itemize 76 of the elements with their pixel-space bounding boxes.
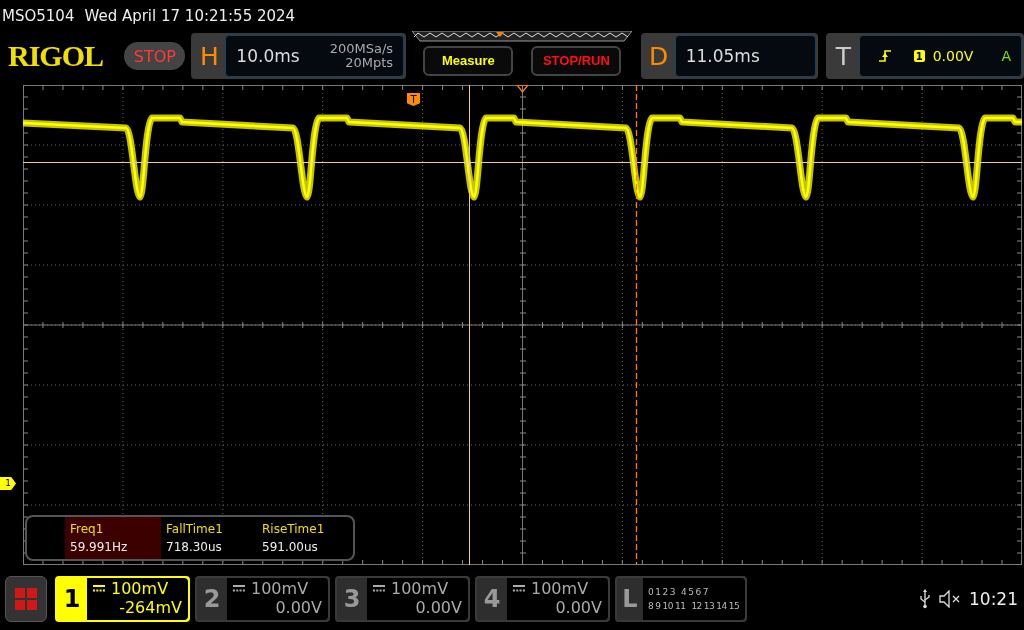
brand-logo: RIGOL	[8, 39, 105, 74]
channel-scale: 100mV	[111, 579, 169, 599]
timebase-panel[interactable]: 10.0ms 200MSa/s 20Mpts	[225, 35, 405, 78]
channel-panel[interactable]: 2 100mV 0.00V	[195, 576, 330, 623]
bit-label: 3	[669, 587, 675, 598]
rising-edge-icon	[877, 49, 892, 64]
trigger-panel[interactable]: 1 0.00V A	[858, 35, 1022, 78]
bit-label: 5	[688, 587, 694, 598]
channel-offset: -264mV	[119, 598, 182, 618]
channel-marker: 1	[0, 476, 16, 490]
bit-label: 12	[691, 601, 702, 612]
channel-offset: 0.00V	[415, 598, 462, 618]
timebase-value: 10.0ms	[236, 46, 300, 67]
measure-button[interactable]: Measure	[423, 45, 514, 76]
channel-panel[interactable]: 4 100mV 0.00V	[475, 576, 610, 623]
bit-label: 15	[728, 601, 740, 612]
bit-label: 0	[648, 587, 654, 598]
cursor-line[interactable]	[23, 161, 1022, 163]
bit-label: 11	[674, 601, 686, 612]
sample-rate: 200MSa/s	[329, 42, 394, 57]
channel-panel[interactable]: 1 100mV -264mV	[55, 576, 190, 623]
measurement-value: 591.00us	[262, 539, 319, 554]
dc-coupling-icon	[233, 585, 245, 593]
dc-coupling-icon	[373, 585, 385, 593]
bit-label: 9	[655, 601, 661, 612]
measurement-name: Freq1	[70, 521, 105, 536]
measurement-value: 59.991Hz	[70, 539, 129, 554]
clock-time: 10:21	[969, 589, 1018, 610]
date-time: Wed April 17 10:21:55 2024	[84, 6, 296, 25]
run-state-badge: STOP	[124, 42, 186, 71]
trigger-label: T	[834, 40, 852, 73]
measurement-name: RiseTime1	[262, 521, 326, 536]
grid-icon	[15, 588, 37, 611]
usb-icon	[919, 589, 931, 610]
channel-number: 1	[62, 584, 82, 616]
bit-label: 10	[662, 601, 673, 612]
model-name: MSO5104	[2, 6, 75, 25]
delay-label: D	[648, 40, 670, 73]
bit-label: 8	[648, 601, 654, 612]
logic-label: L	[621, 584, 639, 616]
channel-offset: 0.00V	[275, 598, 322, 618]
trigger-mode: A	[1001, 48, 1011, 65]
channel-number: 2	[202, 584, 222, 616]
measurement-name: FallTime1	[166, 521, 224, 536]
trigger-marker: T	[407, 92, 420, 106]
horizontal-label: H	[198, 40, 220, 73]
bit-label: 1	[655, 587, 661, 598]
delay-value: 11.05ms	[685, 46, 760, 67]
channel-offset: 0.00V	[555, 598, 602, 618]
measurement-item[interactable]: Freq1 59.991Hz	[65, 516, 161, 559]
trigger-source-badge: 1	[913, 50, 925, 63]
trigger-level: 0.00V	[932, 48, 974, 65]
channel-number: 4	[482, 584, 502, 616]
bit-label: 4	[680, 587, 687, 598]
channel-panel[interactable]: 3 100mV 0.00V	[335, 576, 470, 623]
channel-scale: 100mV	[251, 579, 309, 599]
dc-coupling-icon	[513, 585, 525, 593]
bit-label: 7	[702, 587, 708, 598]
dc-coupling-icon	[93, 585, 105, 593]
measurement-item[interactable]: RiseTime1 591.00us	[257, 516, 353, 559]
bit-label: 6	[695, 587, 701, 598]
channel-scale: 100mV	[391, 579, 449, 599]
memory-depth: 20Mpts	[345, 56, 394, 71]
logic-panel[interactable]: L 0 1 2 3 4 5 6 7 8 9 10 11 12 13 14 15	[615, 576, 747, 623]
bit-label: 2	[662, 587, 668, 598]
delay-panel[interactable]: 11.05ms	[674, 35, 816, 78]
speaker-muted-icon	[939, 590, 961, 609]
measurement-item[interactable]: FallTime1 718.30us	[161, 516, 257, 559]
measurement-value: 718.30us	[166, 539, 223, 554]
home-button[interactable]	[5, 576, 47, 623]
channel-number: 3	[342, 584, 362, 616]
bit-label: 13	[703, 601, 715, 612]
stop-run-button[interactable]: STOP/RUN	[531, 45, 622, 76]
channel-scale: 100mV	[531, 579, 589, 599]
bit-label: 14	[716, 601, 727, 612]
trigger-position-icon	[515, 84, 530, 93]
